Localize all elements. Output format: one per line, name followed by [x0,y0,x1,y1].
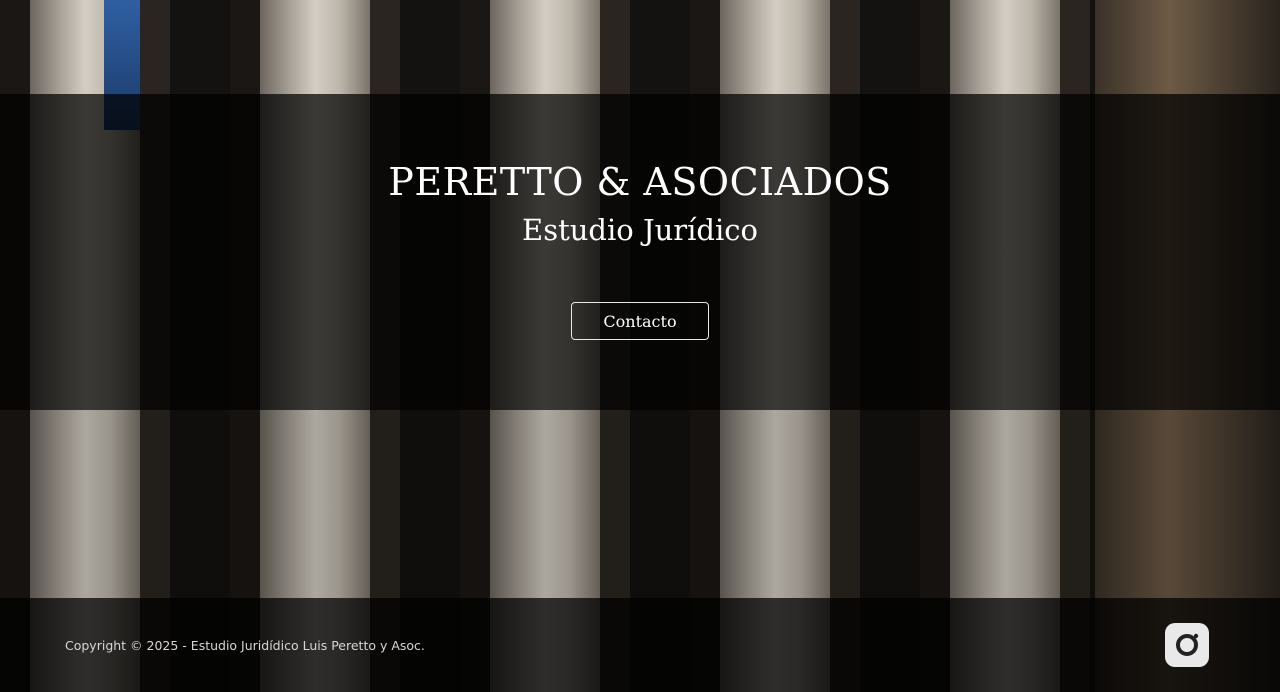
column-base-strip [0,410,1280,598]
footer-copyright: Copyright © 2025 - Estudio Juridídico Lu… [65,638,425,653]
page-title: PERETTO & ASOCIADOS [388,160,892,204]
hero-overlay [0,94,1280,410]
page-subtitle: Estudio Jurídico [522,213,758,247]
instagram-icon [1176,633,1199,656]
contact-button[interactable]: Contacto [571,302,709,340]
instagram-link[interactable] [1165,623,1209,667]
hero-background: PERETTO & ASOCIADOS Estudio Jurídico Con… [0,0,1280,692]
